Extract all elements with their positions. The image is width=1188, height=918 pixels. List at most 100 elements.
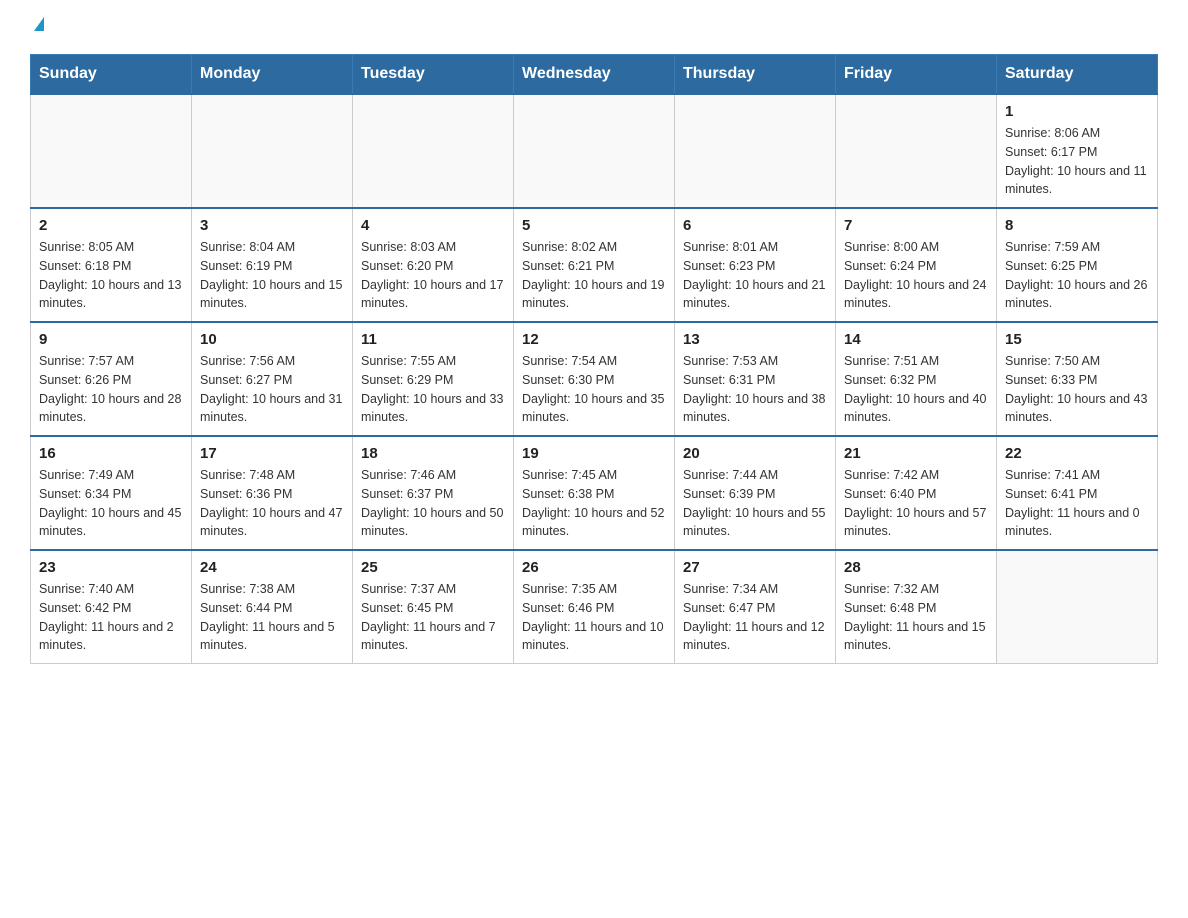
- day-info: Sunrise: 7:45 AMSunset: 6:38 PMDaylight:…: [522, 466, 666, 541]
- calendar-cell: 16 Sunrise: 7:49 AMSunset: 6:34 PMDayligh…: [31, 436, 192, 550]
- calendar-cell: [836, 94, 997, 208]
- calendar-cell: [353, 94, 514, 208]
- page-header: [30, 20, 1158, 34]
- calendar-cell: 13 Sunrise: 7:53 AMSunset: 6:31 PMDayligh…: [675, 322, 836, 436]
- day-number: 2: [39, 217, 183, 234]
- day-number: 1: [1005, 103, 1149, 120]
- weekday-header-wednesday: Wednesday: [514, 55, 675, 95]
- weekday-header-thursday: Thursday: [675, 55, 836, 95]
- day-number: 14: [844, 331, 988, 348]
- day-info: Sunrise: 8:04 AMSunset: 6:19 PMDaylight:…: [200, 238, 344, 313]
- day-number: 23: [39, 559, 183, 576]
- day-number: 22: [1005, 445, 1149, 462]
- weekday-header-tuesday: Tuesday: [353, 55, 514, 95]
- calendar-cell: 27Sunrise: 7:34 AMSunset: 6:47 PMDayligh…: [675, 550, 836, 664]
- day-number: 5: [522, 217, 666, 234]
- weekday-header-sunday: Sunday: [31, 55, 192, 95]
- day-number: 28: [844, 559, 988, 576]
- week-row-1: 1 Sunrise: 8:06 AMSunset: 6:17 PMDaylight…: [31, 94, 1158, 208]
- week-row-4: 16 Sunrise: 7:49 AMSunset: 6:34 PMDayligh…: [31, 436, 1158, 550]
- day-number: 25: [361, 559, 505, 576]
- day-info: Sunrise: 7:49 AMSunset: 6:34 PMDaylight:…: [39, 466, 183, 541]
- calendar-cell: 8 Sunrise: 7:59 AMSunset: 6:25 PMDaylight…: [997, 208, 1158, 322]
- calendar-cell: 1 Sunrise: 8:06 AMSunset: 6:17 PMDaylight…: [997, 94, 1158, 208]
- weekday-header-friday: Friday: [836, 55, 997, 95]
- day-info: Sunrise: 7:44 AMSunset: 6:39 PMDaylight:…: [683, 466, 827, 541]
- calendar-cell: 10 Sunrise: 7:56 AMSunset: 6:27 PMDayligh…: [192, 322, 353, 436]
- calendar-cell: [192, 94, 353, 208]
- day-info: Sunrise: 7:51 AMSunset: 6:32 PMDaylight:…: [844, 352, 988, 427]
- day-number: 20: [683, 445, 827, 462]
- day-number: 27: [683, 559, 827, 576]
- calendar-cell: [997, 550, 1158, 664]
- day-info: Sunrise: 7:59 AMSunset: 6:25 PMDaylight:…: [1005, 238, 1149, 313]
- calendar-cell: 5 Sunrise: 8:02 AMSunset: 6:21 PMDaylight…: [514, 208, 675, 322]
- calendar-cell: 23 Sunrise: 7:40 AMSunset: 6:42 PMDayligh…: [31, 550, 192, 664]
- weekday-header-row: SundayMondayTuesdayWednesdayThursdayFrid…: [31, 55, 1158, 95]
- calendar-cell: [514, 94, 675, 208]
- logo-triangle-icon: [34, 17, 44, 31]
- calendar-table: SundayMondayTuesdayWednesdayThursdayFrid…: [30, 54, 1158, 664]
- day-info: Sunrise: 7:53 AMSunset: 6:31 PMDaylight:…: [683, 352, 827, 427]
- calendar-cell: 9 Sunrise: 7:57 AMSunset: 6:26 PMDaylight…: [31, 322, 192, 436]
- day-number: 19: [522, 445, 666, 462]
- day-number: 7: [844, 217, 988, 234]
- calendar-cell: 20 Sunrise: 7:44 AMSunset: 6:39 PMDayligh…: [675, 436, 836, 550]
- calendar-cell: 17 Sunrise: 7:48 AMSunset: 6:36 PMDayligh…: [192, 436, 353, 550]
- weekday-header-saturday: Saturday: [997, 55, 1158, 95]
- calendar-cell: 15 Sunrise: 7:50 AMSunset: 6:33 PMDayligh…: [997, 322, 1158, 436]
- day-number: 16: [39, 445, 183, 462]
- calendar-cell: 11 Sunrise: 7:55 AMSunset: 6:29 PMDayligh…: [353, 322, 514, 436]
- day-number: 9: [39, 331, 183, 348]
- day-info: Sunrise: 7:46 AMSunset: 6:37 PMDaylight:…: [361, 466, 505, 541]
- day-info: Sunrise: 7:38 AMSunset: 6:44 PMDaylight:…: [200, 580, 344, 655]
- day-info: Sunrise: 8:05 AMSunset: 6:18 PMDaylight:…: [39, 238, 183, 313]
- day-info: Sunrise: 7:57 AMSunset: 6:26 PMDaylight:…: [39, 352, 183, 427]
- day-info: Sunrise: 7:32 AMSunset: 6:48 PMDaylight:…: [844, 580, 988, 655]
- day-info: Sunrise: 8:01 AMSunset: 6:23 PMDaylight:…: [683, 238, 827, 313]
- day-number: 10: [200, 331, 344, 348]
- calendar-cell: 7 Sunrise: 8:00 AMSunset: 6:24 PMDaylight…: [836, 208, 997, 322]
- day-info: Sunrise: 7:48 AMSunset: 6:36 PMDaylight:…: [200, 466, 344, 541]
- calendar-cell: 18Sunrise: 7:46 AMSunset: 6:37 PMDayligh…: [353, 436, 514, 550]
- calendar-cell: 21 Sunrise: 7:42 AMSunset: 6:40 PMDayligh…: [836, 436, 997, 550]
- day-info: Sunrise: 7:37 AMSunset: 6:45 PMDaylight:…: [361, 580, 505, 655]
- day-number: 13: [683, 331, 827, 348]
- day-info: Sunrise: 7:40 AMSunset: 6:42 PMDaylight:…: [39, 580, 183, 655]
- day-number: 11: [361, 331, 505, 348]
- weekday-header-monday: Monday: [192, 55, 353, 95]
- day-number: 4: [361, 217, 505, 234]
- week-row-3: 9 Sunrise: 7:57 AMSunset: 6:26 PMDaylight…: [31, 322, 1158, 436]
- day-number: 21: [844, 445, 988, 462]
- day-number: 12: [522, 331, 666, 348]
- day-number: 3: [200, 217, 344, 234]
- calendar-cell: [675, 94, 836, 208]
- day-number: 8: [1005, 217, 1149, 234]
- day-number: 17: [200, 445, 344, 462]
- day-number: 26: [522, 559, 666, 576]
- day-number: 6: [683, 217, 827, 234]
- day-info: Sunrise: 7:55 AMSunset: 6:29 PMDaylight:…: [361, 352, 505, 427]
- calendar-cell: 22 Sunrise: 7:41 AMSunset: 6:41 PMDayligh…: [997, 436, 1158, 550]
- day-info: Sunrise: 8:06 AMSunset: 6:17 PMDaylight:…: [1005, 124, 1149, 199]
- calendar-cell: 2 Sunrise: 8:05 AMSunset: 6:18 PMDaylight…: [31, 208, 192, 322]
- week-row-2: 2 Sunrise: 8:05 AMSunset: 6:18 PMDaylight…: [31, 208, 1158, 322]
- day-info: Sunrise: 8:03 AMSunset: 6:20 PMDaylight:…: [361, 238, 505, 313]
- day-info: Sunrise: 8:00 AMSunset: 6:24 PMDaylight:…: [844, 238, 988, 313]
- day-info: Sunrise: 7:56 AMSunset: 6:27 PMDaylight:…: [200, 352, 344, 427]
- day-number: 24: [200, 559, 344, 576]
- calendar-cell: 24 Sunrise: 7:38 AMSunset: 6:44 PMDayligh…: [192, 550, 353, 664]
- calendar-cell: 26Sunrise: 7:35 AMSunset: 6:46 PMDayligh…: [514, 550, 675, 664]
- day-number: 15: [1005, 331, 1149, 348]
- day-info: Sunrise: 7:41 AMSunset: 6:41 PMDaylight:…: [1005, 466, 1149, 541]
- calendar-cell: 25 Sunrise: 7:37 AMSunset: 6:45 PMDayligh…: [353, 550, 514, 664]
- day-info: Sunrise: 7:42 AMSunset: 6:40 PMDaylight:…: [844, 466, 988, 541]
- day-info: Sunrise: 7:50 AMSunset: 6:33 PMDaylight:…: [1005, 352, 1149, 427]
- day-info: Sunrise: 8:02 AMSunset: 6:21 PMDaylight:…: [522, 238, 666, 313]
- calendar-cell: 28 Sunrise: 7:32 AMSunset: 6:48 PMDayligh…: [836, 550, 997, 664]
- calendar-cell: 12Sunrise: 7:54 AMSunset: 6:30 PMDayligh…: [514, 322, 675, 436]
- calendar-cell: 19 Sunrise: 7:45 AMSunset: 6:38 PMDayligh…: [514, 436, 675, 550]
- calendar-cell: 3 Sunrise: 8:04 AMSunset: 6:19 PMDaylight…: [192, 208, 353, 322]
- logo: [30, 20, 44, 34]
- calendar-cell: [31, 94, 192, 208]
